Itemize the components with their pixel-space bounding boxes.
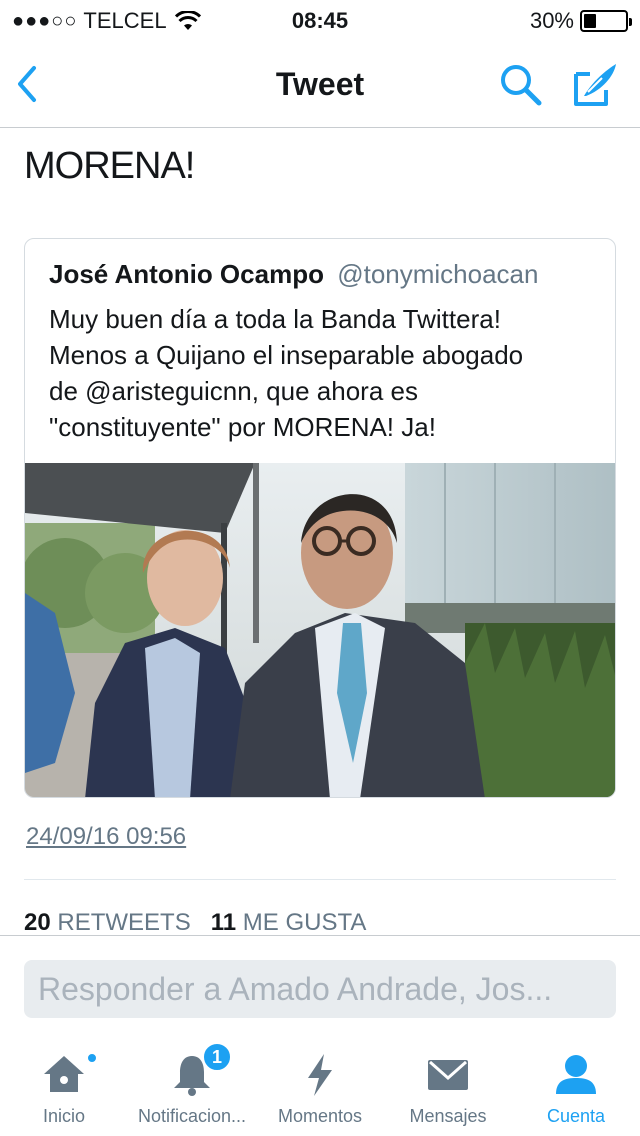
tab-messages[interactable]: Mensajes bbox=[384, 1036, 512, 1136]
battery-percent: 30% bbox=[529, 8, 574, 33]
tab-label: Inicio bbox=[42, 1106, 86, 1126]
quoted-text-line: Muy buen día a toda la Banda Twittera! bbox=[49, 304, 501, 334]
tab-bar: Inicio 1 Notificacion... Momentos Mensaj… bbox=[0, 1036, 640, 1136]
quoted-text-line: de @aristeguicnn, que ahora es bbox=[49, 376, 418, 406]
tab-home[interactable]: Inicio bbox=[0, 1036, 128, 1136]
divider bbox=[24, 879, 616, 880]
tab-moments[interactable]: Momentos bbox=[256, 1036, 384, 1136]
person-icon bbox=[556, 1055, 596, 1094]
battery-level bbox=[584, 14, 596, 28]
page-title: Tweet bbox=[275, 66, 365, 102]
quoted-text-line: Menos a Quijano el inseparable abogado bbox=[49, 340, 524, 370]
likes-label[interactable]: ME GUSTA bbox=[243, 909, 367, 935]
quoted-text-line: "constituyente" por MORENA! Ja! bbox=[49, 412, 436, 442]
quoted-tweet-card[interactable]: José Antonio Ocampo @tonymichoacan Muy b… bbox=[24, 238, 616, 798]
lightning-icon bbox=[308, 1054, 332, 1096]
unread-dot bbox=[86, 1052, 98, 1064]
retweets-count[interactable]: 20 bbox=[24, 909, 51, 935]
quoted-tweet-header: José Antonio Ocampo @tonymichoacan bbox=[49, 259, 538, 290]
reply-bar: Responder a Amado Andrade, Jos... bbox=[0, 935, 640, 1035]
tab-label: Cuenta bbox=[546, 1106, 606, 1126]
compose-icon[interactable] bbox=[572, 60, 620, 108]
navigation-bar: Tweet bbox=[0, 40, 640, 128]
tab-notifications[interactable]: 1 Notificacion... bbox=[128, 1036, 256, 1136]
likes-count[interactable]: 11 bbox=[211, 909, 236, 935]
retweets-label[interactable]: RETWEETS bbox=[57, 909, 190, 935]
reply-input[interactable]: Responder a Amado Andrade, Jos... bbox=[24, 960, 616, 1018]
status-bar: ●●●○○ TELCEL 08:45 30% bbox=[0, 0, 640, 40]
tab-label: Momentos bbox=[277, 1106, 363, 1126]
battery-icon bbox=[580, 10, 632, 32]
tab-label: Notificacion... bbox=[137, 1106, 247, 1126]
search-icon[interactable] bbox=[498, 62, 544, 108]
notification-badge: 1 bbox=[202, 1042, 232, 1072]
tweet-text: MORENA! bbox=[24, 145, 195, 187]
tweet-timestamp[interactable]: 24/09/16 09:56 bbox=[26, 823, 186, 851]
status-right: 30% bbox=[529, 8, 632, 34]
tweet-stats: 20 RETWEETS 11 ME GUSTA bbox=[24, 909, 366, 935]
tab-account[interactable]: Cuenta bbox=[512, 1036, 640, 1136]
tab-label: Mensajes bbox=[409, 1106, 487, 1126]
tweet-photo[interactable] bbox=[25, 463, 616, 798]
home-icon bbox=[44, 1056, 84, 1092]
envelope-icon bbox=[428, 1060, 468, 1090]
quoted-author-name: José Antonio Ocampo bbox=[49, 259, 324, 289]
quoted-tweet-text: Muy buen día a toda la Banda Twittera! M… bbox=[49, 301, 609, 445]
tweet-detail: MORENA! José Antonio Ocampo @tonymichoac… bbox=[0, 129, 640, 935]
quoted-author-handle: @tonymichoacan bbox=[337, 259, 539, 289]
